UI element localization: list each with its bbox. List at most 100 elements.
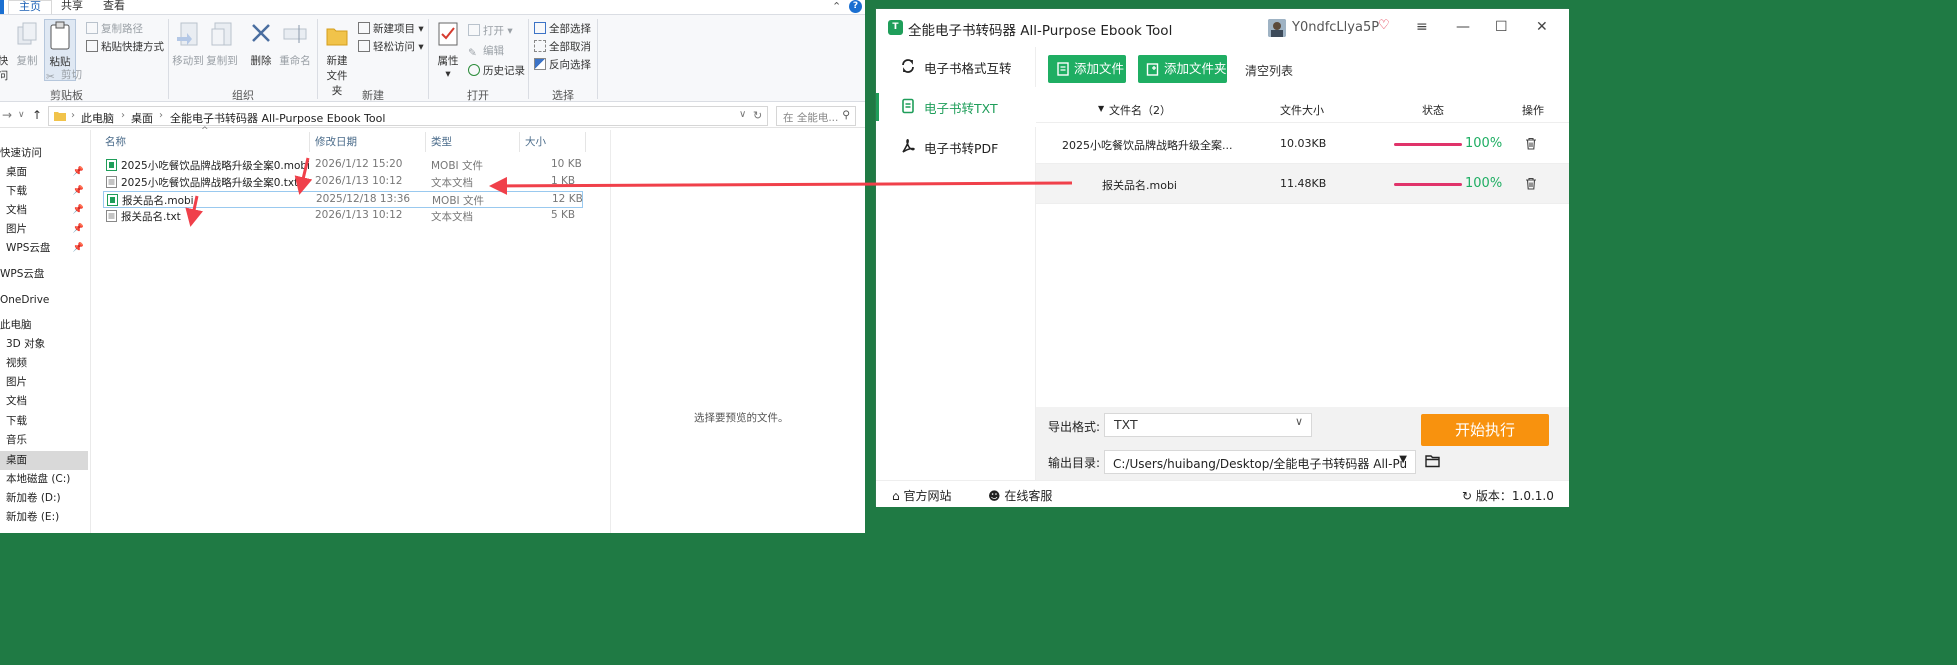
nav-videos[interactable]: 视频 [6, 354, 88, 373]
website-link[interactable]: ⌂ 官方网站 [892, 487, 951, 504]
column-separator[interactable] [585, 132, 586, 152]
column-header-date[interactable]: 修改日期 [315, 130, 357, 154]
add-folder-button[interactable]: 添加文件夹 [1138, 55, 1227, 83]
table-row[interactable]: 2025小吃餐饮品牌战略升级全案... 10.03KB 100% [1036, 124, 1569, 164]
new-item-button[interactable]: 新建项目 ▾ [358, 21, 424, 36]
nav-music[interactable]: 音乐 [6, 431, 88, 450]
vip-diamond-icon[interactable]: ♡ [1378, 18, 1390, 33]
version-info[interactable]: ↻ 版本：1.0.1.0 [1462, 487, 1554, 504]
pin-icon: 📌 [72, 243, 84, 253]
minimize-icon[interactable]: — [1456, 19, 1470, 35]
file-row[interactable]: 2025小吃餐饮品牌战略升级全案0.mobi 2026/1/12 15:20 M… [103, 157, 583, 174]
column-header-name[interactable]: 名称 [105, 130, 126, 154]
up-icon[interactable]: ↑ [32, 108, 42, 122]
support-link[interactable]: ☻ 在线客服 [988, 487, 1052, 504]
group-label-new: 新建 [362, 89, 384, 102]
paste-shortcut-button[interactable]: 粘贴快捷方式 [86, 39, 164, 54]
properties-button[interactable]: 属性 ▾ [434, 19, 462, 80]
table-row-selected[interactable]: 报关品名.mobi 11.48KB 100% [1036, 164, 1569, 204]
column-separator[interactable] [425, 132, 426, 152]
close-icon[interactable]: ✕ [1536, 19, 1548, 35]
rename-button[interactable]: 重命名 [278, 19, 312, 68]
copy-to-button[interactable]: 复制到 [206, 19, 238, 68]
nav-pictures[interactable]: 图片 [6, 373, 88, 392]
nav-3d-objects[interactable]: 3D 对象 [6, 335, 88, 354]
path-box[interactable]: › 此电脑 › 桌面 › 全能电子书转码器 All-Purpose Ebook … [48, 106, 768, 126]
menu-to-txt[interactable]: 电子书转TXT [876, 87, 1036, 127]
search-input[interactable]: 在 全能电... ⚲ [776, 106, 856, 126]
ribbon: 快问 复制 粘贴 复制路径 粘贴快捷方式 ✂剪切 剪贴板 移动到 复制到 删除 [0, 14, 865, 102]
column-separator[interactable] [309, 132, 310, 152]
delete-button[interactable]: 删除 [248, 19, 274, 68]
output-dir-select[interactable]: C:/Users/huibang/Desktop/全能电子书转码器 All-Pu… [1104, 450, 1416, 474]
nav-drive-e[interactable]: 新加卷 (E:) [6, 508, 88, 527]
nav-onedrive[interactable]: OneDrive [0, 291, 88, 310]
nav-wps-cloud-pinned[interactable]: WPS云盘 📌 [6, 239, 88, 258]
move-to-button[interactable]: 移动到 [172, 19, 204, 68]
nav-drive-c[interactable]: 本地磁盘 (C:) [6, 470, 88, 489]
nav-documents-pinned[interactable]: 文档 📌 [6, 201, 88, 220]
help-icon[interactable]: ? [849, 0, 862, 13]
nav-documents[interactable]: 文档 [6, 392, 88, 411]
sort-caret-icon[interactable]: ▼ [1098, 104, 1104, 113]
file-size: 5 KB [551, 209, 576, 221]
file-name: 报关品名.mobi [122, 195, 194, 207]
open-button[interactable]: 打开 ▾ [468, 23, 513, 38]
nav-quick-access[interactable]: 快速访问 [0, 144, 88, 163]
column-header-size[interactable]: 大小 [525, 130, 546, 154]
maximize-icon[interactable]: ☐ [1495, 19, 1508, 35]
trash-icon[interactable] [1525, 137, 1537, 150]
copy-path-button[interactable]: 复制路径 [86, 21, 143, 36]
tab-view[interactable]: 查看 [94, 0, 134, 14]
tab-share[interactable]: 共享 [52, 0, 92, 14]
caret-down-icon: ▼ [1399, 454, 1407, 465]
crumb-current-folder[interactable]: 全能电子书转码器 All-Purpose Ebook Tool [170, 110, 385, 126]
easy-access-button[interactable]: 轻松访问 ▾ [358, 39, 424, 54]
select-none-button[interactable]: 全部取消 [534, 39, 591, 54]
column-header-type[interactable]: 类型 [431, 130, 452, 154]
clear-list-button[interactable]: 清空列表 [1245, 62, 1293, 79]
file-row[interactable]: 报关品名.txt 2026/1/13 10:12 文本文档 5 KB [103, 208, 583, 225]
user-name[interactable]: Y0ndfcLlya5P [1292, 20, 1379, 35]
nav-this-pc[interactable]: 此电脑 [0, 316, 88, 335]
forward-icon[interactable]: → [2, 108, 12, 122]
avatar[interactable] [1268, 19, 1286, 37]
copy-button[interactable]: 复制 [14, 19, 40, 68]
path-dropdown-icon[interactable]: ∨ [739, 109, 746, 120]
history-button[interactable]: 历史记录 [468, 63, 525, 78]
nav-desktop[interactable]: 桌面 [0, 451, 88, 470]
nav-desktop-pinned[interactable]: 桌面 📌 [6, 163, 88, 182]
export-format-select[interactable]: TXT ∨ [1104, 413, 1312, 437]
edit-button[interactable]: ✎ 编辑 [468, 43, 504, 59]
open-folder-icon[interactable] [1425, 454, 1441, 468]
file-tab-edge[interactable] [0, 0, 4, 14]
file-row-selected[interactable]: 报关品名.mobi 2025/12/18 13:36 MOBI 文件 12 KB [103, 191, 583, 208]
column-separator[interactable] [519, 132, 520, 152]
add-file-button[interactable]: 添加文件 [1048, 55, 1126, 83]
nav-pictures-pinned[interactable]: 图片 📌 [6, 220, 88, 239]
menu-format-convert[interactable]: 电子书格式互转 [876, 47, 1036, 87]
recent-dropdown-icon[interactable]: ∨ [18, 110, 25, 120]
app-title-bar: T 全能电子书转码器 All-Purpose Ebook Tool Y0ndfc… [876, 9, 1569, 47]
nav-wps-cloud[interactable]: WPS云盘 [0, 265, 88, 284]
crumb-desktop[interactable]: 桌面 [131, 110, 153, 126]
file-row[interactable]: 2025小吃餐饮品牌战略升级全案0.txt 2026/1/13 10:12 文本… [103, 174, 583, 191]
cut-button[interactable]: ✂ 剪切 [46, 67, 82, 83]
tab-home[interactable]: 主页 [8, 0, 52, 14]
new-folder-button[interactable]: 新建 文件夹 [322, 19, 352, 98]
trash-icon[interactable] [1525, 177, 1537, 190]
collapse-ribbon-icon[interactable]: ⌃ [832, 0, 841, 13]
nav-downloads[interactable]: 下载 [6, 412, 88, 431]
menu-icon[interactable]: ≡ [1416, 19, 1428, 35]
row-filesize: 10.03KB [1280, 137, 1327, 150]
refresh-icon[interactable]: ↻ [753, 109, 762, 122]
select-all-button[interactable]: 全部选择 [534, 21, 591, 36]
invert-selection-button[interactable]: 反向选择 [534, 57, 591, 72]
pin-quick-access-button[interactable]: 快问 [0, 19, 10, 83]
menu-to-pdf[interactable]: 电子书转PDF [876, 127, 1036, 167]
crumb-this-pc[interactable]: 此电脑 [81, 110, 114, 126]
nav-downloads-pinned[interactable]: 下载 📌 [6, 182, 88, 201]
start-button[interactable]: 开始执行 [1421, 414, 1549, 446]
file-date: 2025/12/18 13:36 [316, 193, 411, 205]
nav-drive-d[interactable]: 新加卷 (D:) [6, 489, 88, 508]
